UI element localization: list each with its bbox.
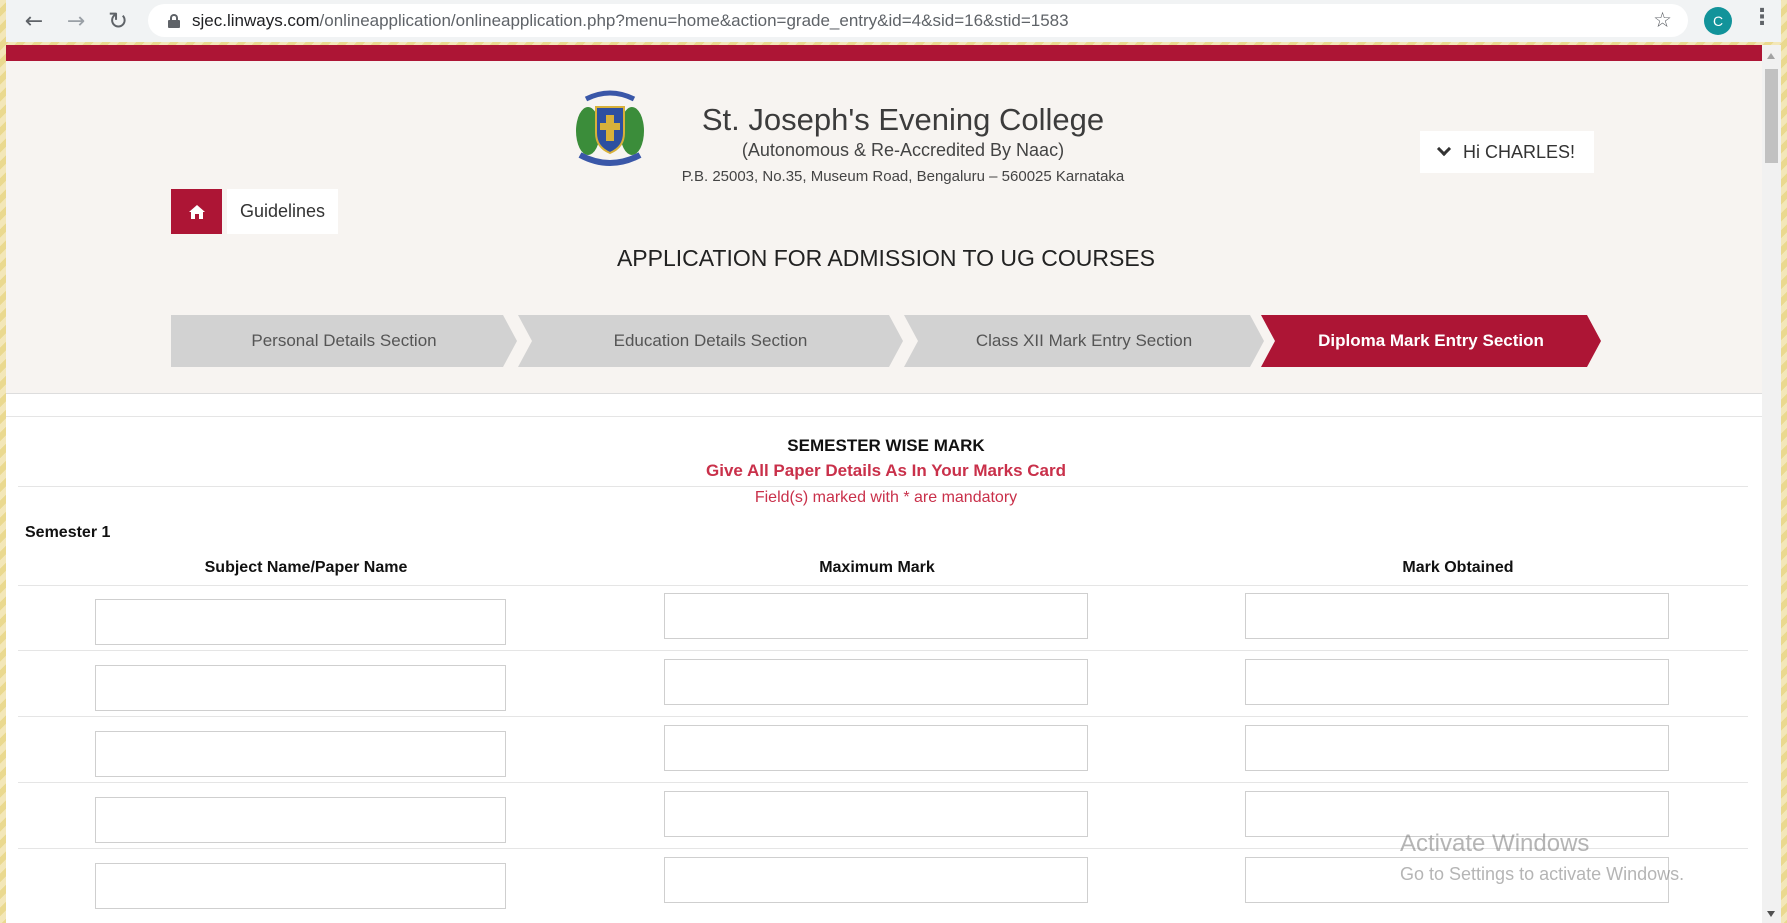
home-icon (188, 204, 205, 219)
reload-icon[interactable]: ↻ (100, 3, 136, 39)
page-scrollbar[interactable] (1762, 45, 1781, 923)
watermark-line-2: Go to Settings to activate Windows. (1400, 864, 1685, 884)
mandatory-note: Field(s) marked with * are mandatory (754, 489, 1018, 506)
page-title: APPLICATION FOR ADMISSION TO UG COURSES (616, 245, 1156, 271)
address-bar[interactable]: sjec.linways.com/onlineapplication/onlin… (148, 4, 1688, 37)
step-diploma-mark-entry[interactable]: Diploma Mark Entry Section (1261, 315, 1601, 367)
lock-icon (168, 13, 180, 28)
url-path: /onlineapplication/onlineapplication.php… (319, 10, 1069, 30)
watermark-line-1: Activate Windows (1400, 830, 1590, 857)
college-subtitle: (Autonomous & Re-Accredited By Naac) (741, 140, 1065, 160)
college-address: P.B. 25003, No.35, Museum Road, Bengalur… (681, 168, 1125, 185)
row-separator (18, 650, 1748, 651)
wizard-steps: Personal Details Section Education Detai… (171, 315, 1601, 367)
scroll-down-arrow-icon[interactable] (1767, 911, 1775, 917)
section-title: SEMESTER WISE MARK (787, 436, 985, 455)
forward-arrow-icon[interactable]: → (58, 3, 94, 39)
home-button[interactable] (171, 189, 222, 234)
chevron-down-icon (1436, 141, 1452, 157)
panel-divider (6, 416, 1762, 417)
user-greeting: Hi CHARLES! (1462, 141, 1576, 162)
subject-input[interactable] (95, 665, 506, 711)
browser-toolbar: ← → ↻ sjec.linways.com/onlineapplication… (6, 0, 1781, 42)
activate-windows-watermark: Activate Windows Go to Settings to activ… (1400, 830, 1684, 885)
semester-label: Semester 1 (25, 524, 111, 541)
section-note: Give All Paper Details As In Your Marks … (706, 461, 1066, 480)
scroll-up-arrow-icon[interactable] (1767, 53, 1775, 59)
maximum-mark-input[interactable] (664, 593, 1088, 639)
column-header-maximum-mark: Maximum Mark (819, 559, 935, 576)
subject-input[interactable] (95, 599, 506, 645)
profile-avatar[interactable]: C (1704, 7, 1732, 35)
browser-menu-icon[interactable]: ⋮ (1751, 5, 1773, 30)
brand-top-bar (6, 45, 1762, 61)
step-education-details[interactable]: Education Details Section (518, 315, 903, 367)
bookmark-star-icon[interactable]: ☆ (1653, 8, 1672, 32)
mark-obtained-input[interactable] (1245, 593, 1669, 639)
step-personal-details[interactable]: Personal Details Section (171, 315, 517, 367)
subject-input[interactable] (95, 797, 506, 843)
maximum-mark-input[interactable] (664, 725, 1088, 771)
user-menu-button[interactable]: Hi CHARLES! (1420, 131, 1594, 173)
row-separator (18, 716, 1748, 717)
college-name: St. Joseph's Evening College (701, 102, 1105, 137)
column-header-subject: Subject Name/Paper Name (204, 559, 408, 576)
url-host: sjec.linways.com (192, 10, 320, 30)
column-header-mark-obtained: Mark Obtained (1402, 559, 1514, 576)
guidelines-button[interactable]: Guidelines (227, 189, 338, 234)
page-viewport: St. Joseph's Evening College (Autonomous… (6, 45, 1762, 923)
back-arrow-icon[interactable]: ← (16, 3, 52, 39)
maximum-mark-input[interactable] (664, 857, 1088, 903)
row-separator (18, 782, 1748, 783)
url-text: sjec.linways.com/onlineapplication/onlin… (192, 11, 1069, 31)
maximum-mark-input[interactable] (664, 659, 1088, 705)
subject-input[interactable] (95, 731, 506, 777)
step-class-xii-mark-entry[interactable]: Class XII Mark Entry Section (904, 315, 1264, 367)
maximum-mark-input[interactable] (664, 791, 1088, 837)
subject-input[interactable] (95, 863, 506, 909)
mark-obtained-input[interactable] (1245, 725, 1669, 771)
section-divider (18, 486, 1748, 487)
mark-obtained-input[interactable] (1245, 659, 1669, 705)
table-header-line (18, 585, 1748, 586)
scrollbar-thumb[interactable] (1765, 69, 1778, 163)
